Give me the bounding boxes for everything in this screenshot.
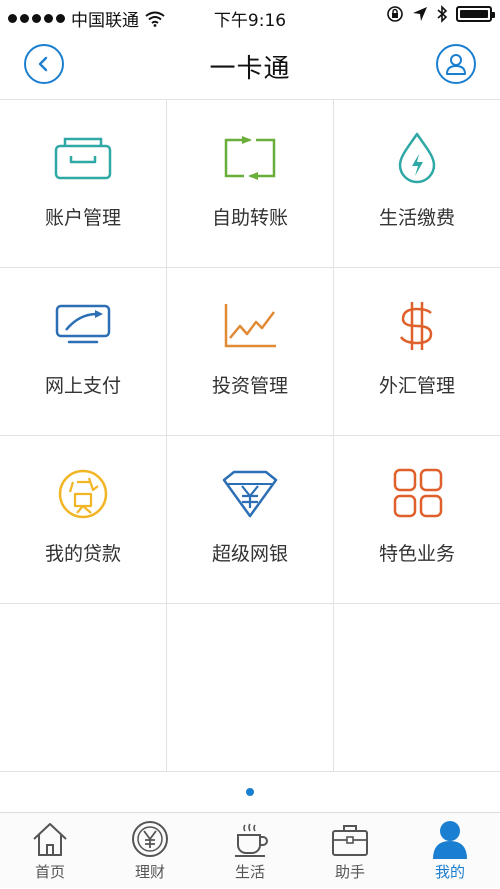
grid-empty-cell <box>0 604 167 772</box>
tab-label: 生活 <box>234 863 265 881</box>
yen-coin-icon <box>132 821 168 857</box>
page-title: 一卡通 <box>209 54 291 84</box>
grid-item-my-loans[interactable]: 我的贷款 <box>0 436 167 604</box>
coffee-cup-icon <box>235 823 268 857</box>
account-folder-icon <box>54 137 112 180</box>
nav-bar: 一卡通 <box>0 34 500 100</box>
page-indicator-dot[interactable] <box>246 788 254 796</box>
orientation-lock-icon <box>387 6 403 22</box>
tab-label: 理财 <box>134 863 165 881</box>
carrier-name: 中国联通 <box>71 11 139 31</box>
grid-item-account-management[interactable]: 账户管理 <box>0 100 167 268</box>
loan-coin-icon <box>58 469 108 519</box>
grid-squares-icon <box>393 468 443 518</box>
tab-mine[interactable]: 我的 <box>400 813 500 889</box>
line-chart-icon <box>224 304 276 348</box>
user-icon <box>433 821 467 859</box>
currency-symbol-icon <box>399 302 433 350</box>
tab-label: 我的 <box>434 863 465 881</box>
grid-empty-cell <box>167 604 334 772</box>
grid-item-label: 账户管理 <box>44 207 121 229</box>
wifi-icon <box>145 11 165 27</box>
grid-item-label: 外汇管理 <box>378 375 455 397</box>
grid-item-label: 网上支付 <box>44 375 121 397</box>
tab-life[interactable]: 生活 <box>200 813 300 889</box>
tab-label: 首页 <box>34 863 65 881</box>
bluetooth-icon <box>437 5 448 23</box>
grid-item-online-payment[interactable]: 网上支付 <box>0 268 167 436</box>
user-icon <box>446 54 466 75</box>
status-bar: 中国联通 下午9:16 <box>0 0 500 34</box>
grid-item-label: 生活缴费 <box>378 207 455 229</box>
diamond-yen-icon <box>222 470 278 518</box>
grid-item-investment-management[interactable]: 投资管理 <box>167 268 334 436</box>
signal-strength-icon <box>8 14 65 23</box>
location-arrow-icon <box>413 7 427 21</box>
tab-bar: 首页 理财 生活 助手 我的 <box>0 812 500 888</box>
grid-item-label: 投资管理 <box>211 375 288 397</box>
home-icon <box>33 823 67 856</box>
grid-item-special-services[interactable]: 特色业务 <box>334 436 500 604</box>
grid-item-label: 特色业务 <box>378 543 455 565</box>
grid-item-life-payment[interactable]: 生活缴费 <box>334 100 500 268</box>
grid-item-label: 我的贷款 <box>44 543 121 565</box>
grid-item-label: 自助转账 <box>211 207 288 229</box>
grid-empty-cell <box>334 604 500 772</box>
grid-item-label: 超级网银 <box>211 543 288 565</box>
feature-grid: 账户管理 自助转账 生活缴费 网上支付 投资管理 外汇管理 我的贷款 超级网银 … <box>0 100 500 772</box>
tab-finance[interactable]: 理财 <box>100 813 200 889</box>
online-pay-screen-icon <box>55 304 111 344</box>
tab-home[interactable]: 首页 <box>0 813 100 889</box>
profile-button[interactable] <box>436 44 476 84</box>
transfer-arrows-icon <box>224 136 276 180</box>
grid-item-self-transfer[interactable]: 自助转账 <box>167 100 334 268</box>
water-lightning-icon <box>398 132 436 184</box>
grid-item-super-netbank[interactable]: 超级网银 <box>167 436 334 604</box>
battery-icon <box>456 6 495 22</box>
briefcase-icon <box>332 825 368 856</box>
page-indicator <box>0 772 500 812</box>
tab-assistant[interactable]: 助手 <box>300 813 400 889</box>
tab-label: 助手 <box>334 863 365 881</box>
grid-item-forex-management[interactable]: 外汇管理 <box>334 268 500 436</box>
